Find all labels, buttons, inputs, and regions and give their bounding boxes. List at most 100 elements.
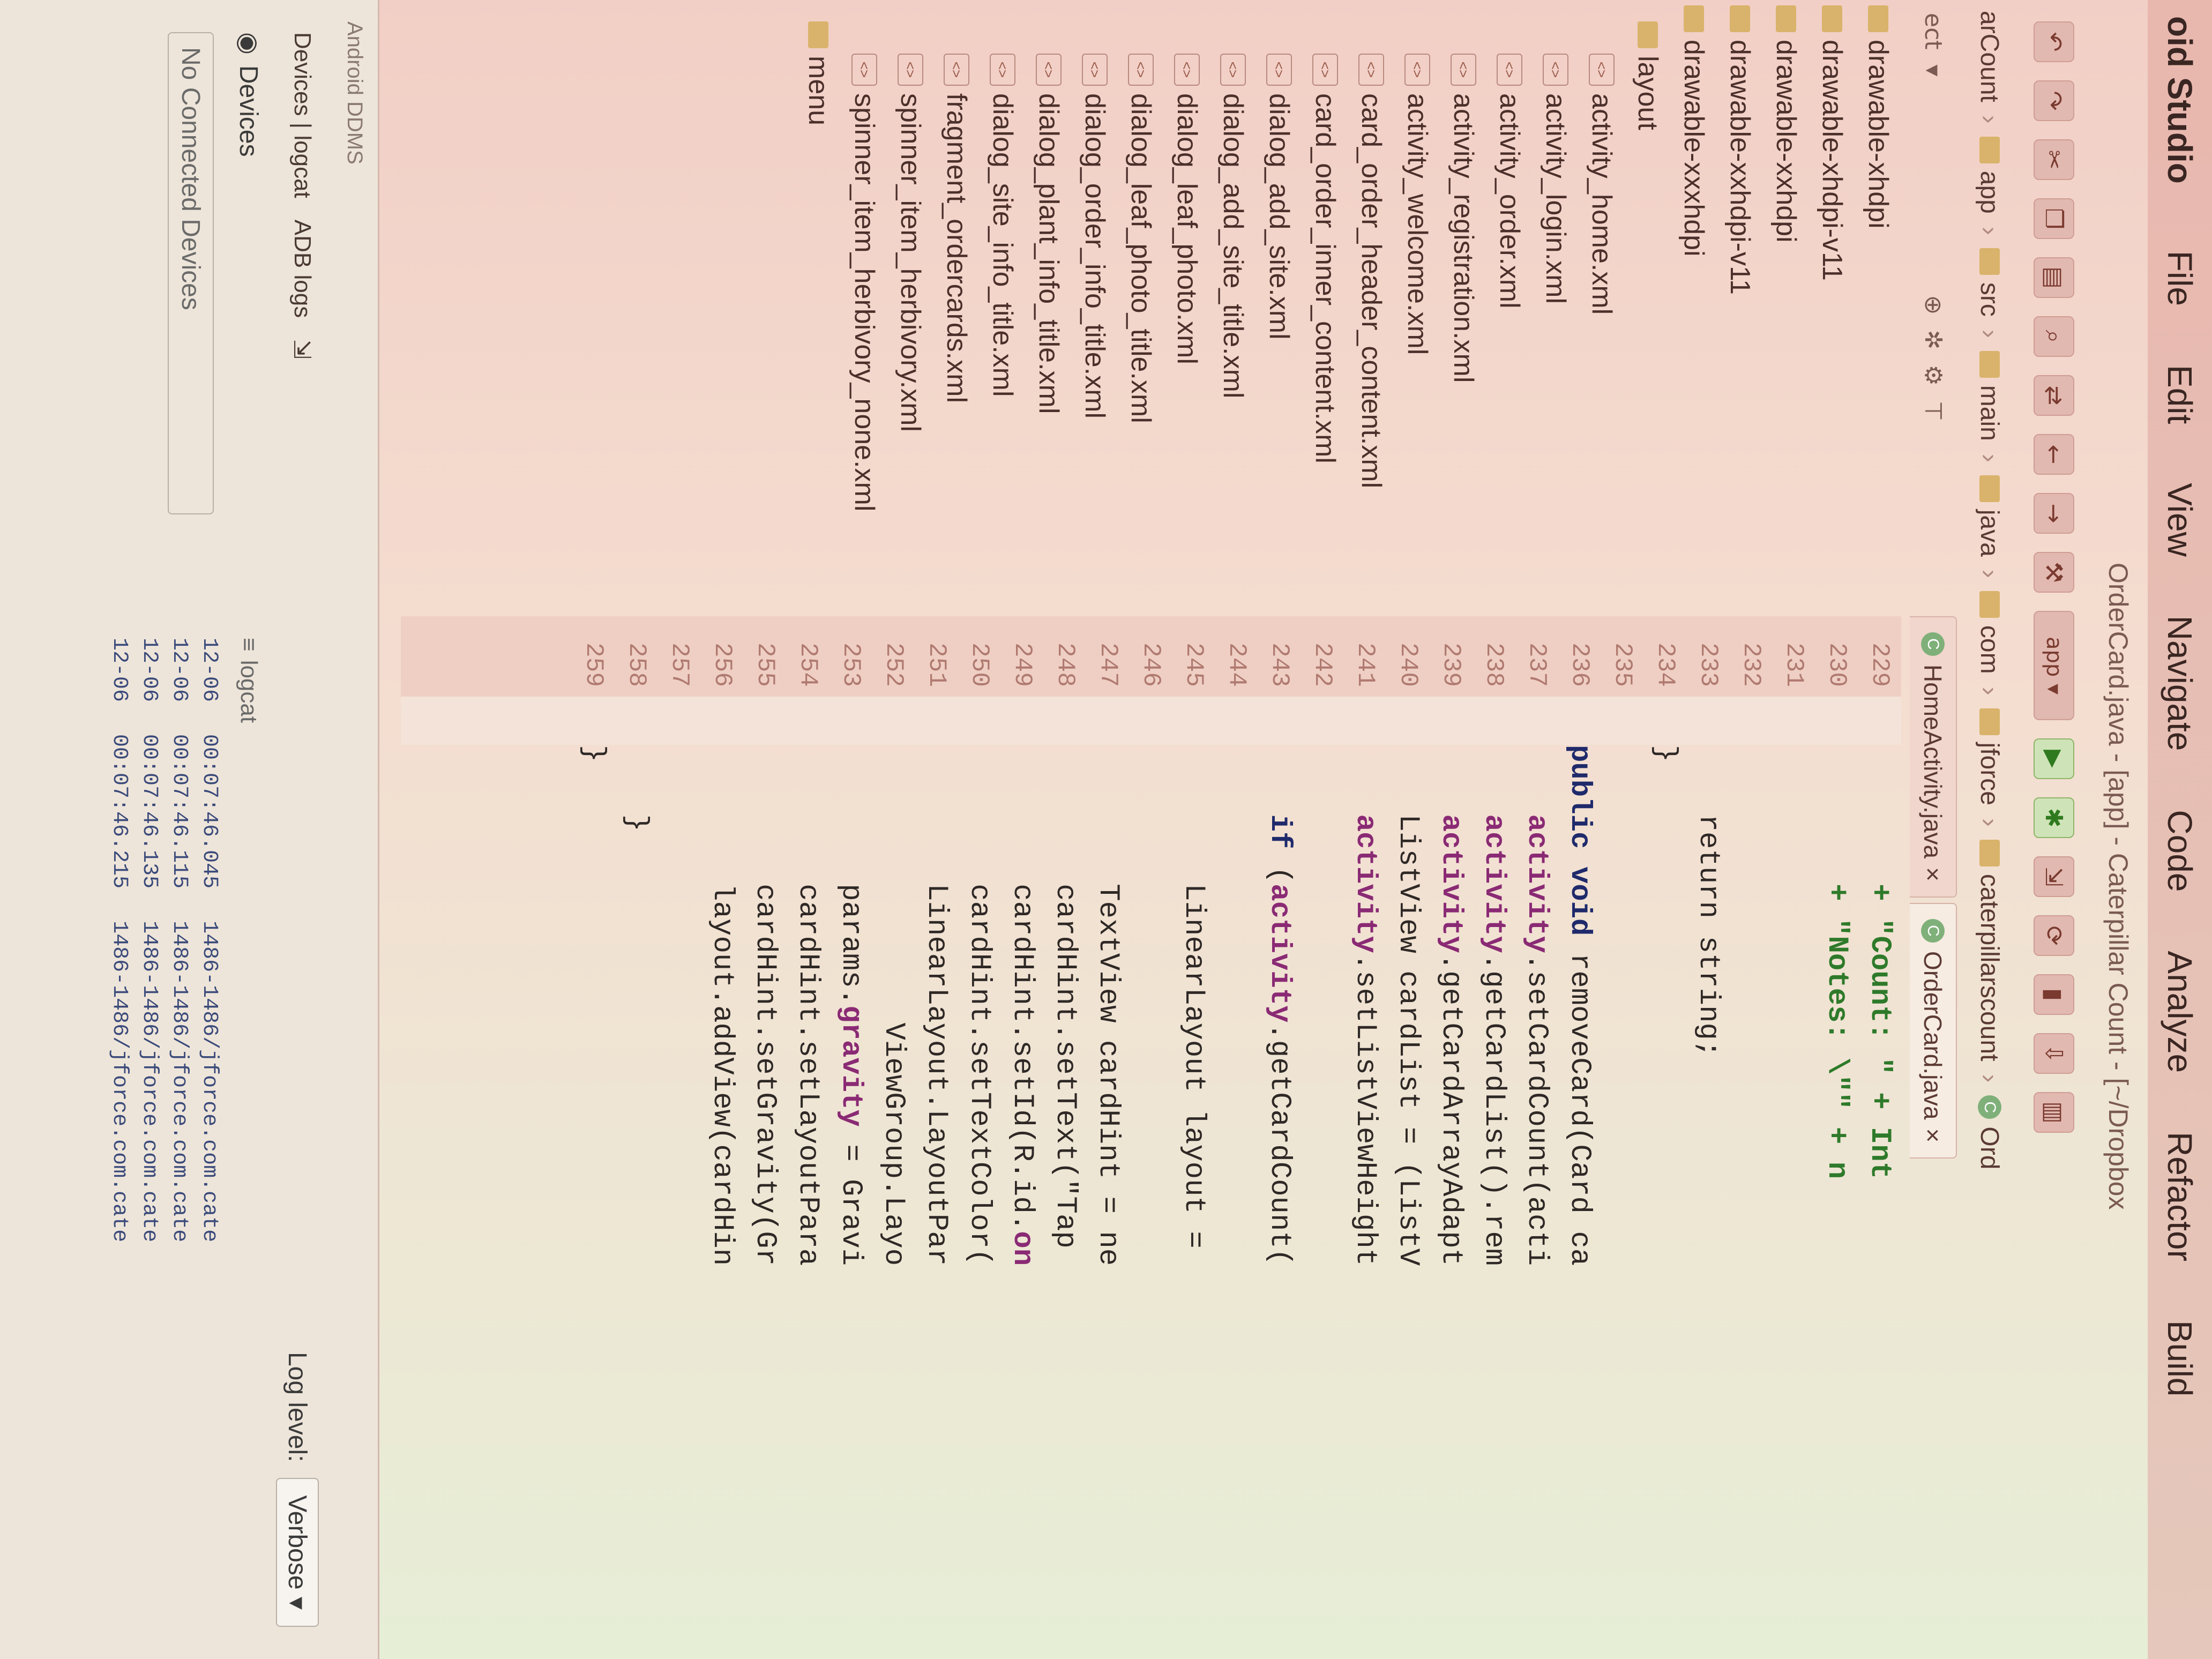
logcat-tag: 1486-1486/jforce.com.cate: [167, 921, 192, 1243]
tree-item[interactable]: drawable-xxhdpi-v11: [1717, 0, 1763, 616]
tab-ordercard[interactable]: C OrderCard.java ×: [1910, 903, 1957, 1159]
tree-item[interactable]: <> dialog_leaf_photo_title.xml: [1118, 0, 1164, 616]
breadcrumb-item[interactable]: jforce: [1975, 708, 2005, 805]
tree-item[interactable]: <> dialog_leaf_photo.xml: [1164, 0, 1210, 616]
code-editor[interactable]: + "Count: " + Int + "Notes: \"" + n retu…: [401, 745, 1901, 1659]
breadcrumb-item[interactable]: caterpillarscount: [1975, 839, 2005, 1062]
code-line: layout.addView(cardHin: [701, 745, 744, 1659]
crumb-label: java: [1975, 509, 2004, 557]
tab-adb-logs[interactable]: ADB logs: [289, 220, 316, 318]
menu-navigate[interactable]: Navigate: [2160, 586, 2200, 781]
tree-item[interactable]: <> dialog_add_site.xml: [1256, 0, 1302, 616]
tree-item[interactable]: <> activity_home.xml: [1579, 0, 1625, 616]
redo-icon[interactable]: ↷: [2034, 80, 2074, 121]
sdk-icon[interactable]: ⇩: [2034, 1033, 2074, 1074]
tree-item[interactable]: <> spinner_item_herbivory_none.xml: [841, 0, 887, 616]
code-token: params.: [834, 745, 868, 1006]
breadcrumb-item[interactable]: com: [1975, 591, 2005, 674]
close-icon[interactable]: ×: [1918, 1128, 1947, 1142]
menu-file[interactable]: File: [2160, 221, 2200, 335]
tree-item[interactable]: <> card_order_inner_content.xml: [1302, 0, 1348, 616]
device-select[interactable]: No Connected Devices: [168, 32, 214, 514]
back-icon[interactable]: ←: [2034, 434, 2074, 475]
tree-item-label: dialog_leaf_photo_title.xml: [1125, 93, 1156, 423]
logcat-line: 12-06 00:07:46.215 1486-1486/jforce.com.ca…: [104, 638, 134, 1659]
menu-edit[interactable]: Edit: [2160, 335, 2200, 453]
code-token: activity: [1477, 745, 1511, 953]
tree-item[interactable]: <> spinner_item_herbivory.xml: [887, 0, 933, 616]
xml-file-icon: <>: [1036, 54, 1062, 86]
undo-icon[interactable]: ↶: [2034, 21, 2074, 62]
replace-icon[interactable]: ⇄: [2034, 375, 2074, 416]
breadcrumb-item[interactable]: src: [1975, 248, 2005, 317]
breadcrumb-item[interactable]: C Ord: [1975, 1095, 2005, 1169]
class-icon: C: [1978, 1095, 2001, 1119]
tree-item[interactable]: menu: [795, 0, 841, 616]
copy-icon[interactable]: ❐: [2034, 198, 2074, 239]
debug-icon[interactable]: ✱: [2034, 797, 2074, 838]
hide-panel-icon[interactable]: ⊤: [1920, 401, 1947, 421]
code-line: if (activity .getCardCount(: [1258, 745, 1301, 1659]
menu-code[interactable]: Code: [2160, 780, 2200, 921]
breadcrumb-item[interactable]: app: [1975, 136, 2005, 214]
breadcrumb-item[interactable]: arCount: [1975, 11, 2005, 102]
cut-icon[interactable]: ✂: [2034, 139, 2074, 180]
line-number: 235: [1609, 642, 1636, 687]
restore-layout-icon[interactable]: ⇲: [289, 339, 316, 359]
find-icon[interactable]: ⌕: [2034, 316, 2074, 357]
tree-item[interactable]: <> activity_login.xml: [1533, 0, 1579, 616]
tree-item[interactable]: <> activity_registration.xml: [1440, 0, 1486, 616]
run-icon[interactable]: ▶: [2034, 738, 2074, 779]
monitor-icon[interactable]: ▥: [2034, 1092, 2074, 1133]
menu-analyze[interactable]: Analyze: [2160, 921, 2200, 1102]
chevron-right-icon: ›: [1975, 569, 2004, 578]
tab-devices-logcat[interactable]: Devices | logcat: [289, 32, 316, 198]
tree-item[interactable]: <> dialog_site_info_title.xml: [980, 0, 1026, 616]
tree-item[interactable]: <> activity_order.xml: [1486, 0, 1533, 616]
gear-icon[interactable]: ⚙: [1920, 364, 1947, 385]
collapse-all-icon[interactable]: ⊕: [1920, 295, 1947, 315]
chevron-down-icon[interactable]: ▾: [1920, 65, 1947, 77]
log-level-select[interactable]: Verbose ▾: [276, 1478, 319, 1627]
logcat-tag: 1486-1486/jforce.com.cate: [107, 921, 132, 1243]
avd-icon[interactable]: ▮: [2034, 974, 2074, 1015]
crumb-label: caterpillarscount: [1975, 873, 2004, 1062]
tree-item[interactable]: <> activity_welcome.xml: [1394, 0, 1440, 616]
tree-item[interactable]: drawable-xhdpi: [1855, 0, 1901, 616]
attach-icon[interactable]: ⇲: [2034, 856, 2074, 897]
xml-file-icon: <>: [990, 54, 1015, 86]
menu-refactor[interactable]: Refactor: [2160, 1102, 2200, 1291]
folder-icon: [1979, 708, 2000, 735]
log-level-control: Log level: Verbose ▾: [276, 1352, 319, 1627]
paste-icon[interactable]: ▤: [2034, 257, 2074, 298]
scroll-from-source-icon[interactable]: ✲: [1920, 330, 1947, 349]
tree-item[interactable]: drawable-xxxhdpi: [1671, 0, 1717, 616]
breadcrumb-item[interactable]: main: [1975, 350, 2005, 441]
tree-item[interactable]: <> card_order_header_content.xml: [1348, 0, 1394, 616]
build-icon[interactable]: ⚒: [2034, 552, 2074, 593]
tree-item-label: dialog_add_site_title.xml: [1217, 93, 1249, 399]
tab-homeactivity[interactable]: C HomeActivity.java ×: [1910, 616, 1957, 898]
logcat-title: logcat: [236, 660, 262, 723]
tree-item[interactable]: drawable-xxhdpi: [1763, 0, 1809, 616]
forward-icon[interactable]: →: [2034, 493, 2074, 534]
sync-icon[interactable]: ⟳: [2034, 915, 2074, 956]
code-line: cardHint.setTextColor(: [958, 745, 1001, 1659]
tree-item[interactable]: <> dialog_plant_info_title.xml: [1026, 0, 1072, 616]
tree-item[interactable]: drawable-xhdpi-v11: [1809, 0, 1855, 616]
menu-build[interactable]: Build: [2160, 1291, 2200, 1426]
close-icon[interactable]: ×: [1918, 867, 1947, 881]
tree-item-label: drawable-xhdpi: [1863, 40, 1894, 229]
breadcrumb-item[interactable]: java: [1975, 475, 2005, 557]
class-icon: C: [1921, 632, 1945, 656]
run-config-select[interactable]: app ▾: [2034, 611, 2074, 720]
menu-view[interactable]: View: [2160, 453, 2200, 586]
crumb-label: main: [1975, 385, 2004, 441]
tree-item-label: drawable-xxxhdpi: [1678, 40, 1709, 257]
tree-item[interactable]: layout: [1625, 0, 1671, 616]
tree-item[interactable]: <> dialog_add_site_title.xml: [1210, 0, 1256, 616]
tree-item[interactable]: <> dialog_order_info_title.xml: [1072, 0, 1118, 616]
tree-item[interactable]: <> fragment_ordercards.xml: [933, 0, 980, 616]
chevron-right-icon: ›: [1975, 329, 2004, 338]
